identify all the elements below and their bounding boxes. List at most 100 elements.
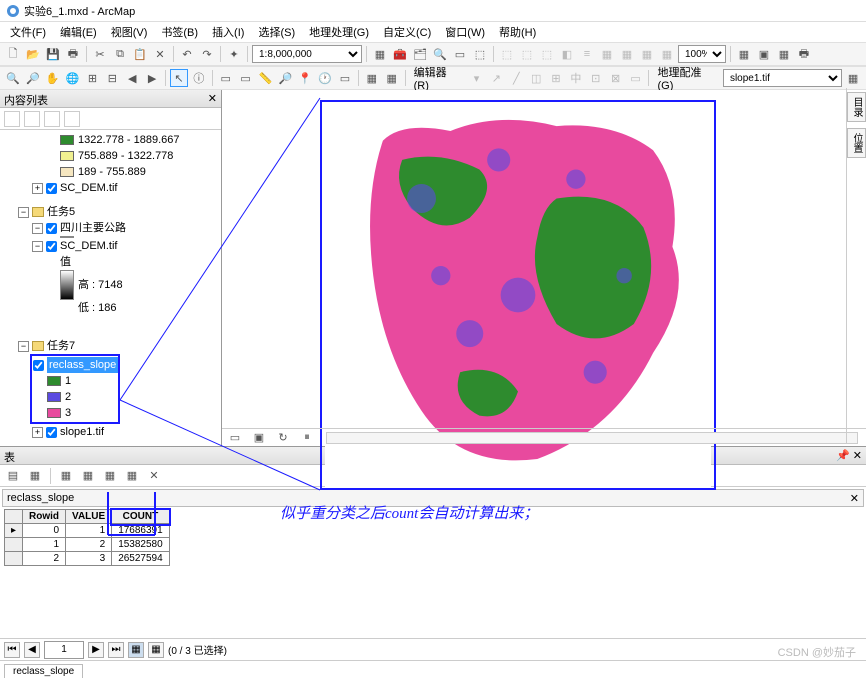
- prev-rec-icon[interactable]: ◀: [24, 642, 40, 658]
- new-icon[interactable]: 🗋: [4, 45, 22, 63]
- cut-icon[interactable]: ✂: [91, 45, 109, 63]
- related-icon[interactable]: ▦: [26, 467, 44, 485]
- tb-icon[interactable]: ⊠: [607, 69, 625, 87]
- find-icon[interactable]: 🔎: [276, 69, 294, 87]
- undo-icon[interactable]: ↶: [178, 45, 196, 63]
- pause-icon[interactable]: ⏸: [298, 429, 316, 447]
- menu-window[interactable]: 窗口(W): [439, 22, 491, 42]
- delete-icon[interactable]: ✕: [151, 45, 169, 63]
- back-icon[interactable]: ◀: [123, 69, 141, 87]
- col-value[interactable]: VALUE: [66, 510, 112, 524]
- tb-icon[interactable]: ▦: [383, 69, 401, 87]
- layer-checkbox[interactable]: [33, 360, 44, 371]
- record-pos-input[interactable]: [44, 641, 84, 659]
- fixed-zoom-icon[interactable]: ⊞: [84, 69, 102, 87]
- forward-icon[interactable]: ▶: [143, 69, 161, 87]
- tb-icon[interactable]: 🖶: [795, 45, 813, 63]
- georef-layer-combo[interactable]: slope1.tif: [723, 69, 842, 87]
- tb-icon[interactable]: ▦: [735, 45, 753, 63]
- table-row[interactable]: 2326527594: [5, 552, 170, 566]
- first-rec-icon[interactable]: ⏮: [4, 642, 20, 658]
- show-all-icon[interactable]: ▦: [128, 642, 144, 658]
- zoom-in-icon[interactable]: 🔍: [4, 69, 22, 87]
- georef-dropdown[interactable]: 地理配准(G): [653, 64, 720, 92]
- tb-icon[interactable]: ▦: [844, 69, 862, 87]
- html-icon[interactable]: ▭: [336, 69, 354, 87]
- print-icon[interactable]: 🖶: [64, 45, 82, 63]
- panel-close-icon[interactable]: ✕: [208, 92, 217, 105]
- clear-sel-icon[interactable]: ▭: [237, 69, 255, 87]
- tb-icon[interactable]: ▦: [598, 45, 616, 63]
- options-icon[interactable]: ▤: [4, 467, 22, 485]
- tb-icon[interactable]: ▦: [775, 45, 793, 63]
- open-icon[interactable]: 📂: [24, 45, 42, 63]
- catalog-icon[interactable]: 🗂: [411, 45, 429, 63]
- model-icon[interactable]: ⬚: [471, 45, 489, 63]
- menu-view[interactable]: 视图(V): [105, 22, 154, 42]
- copy-icon[interactable]: ⧉: [111, 45, 129, 63]
- tb-icon[interactable]: ▦: [658, 45, 676, 63]
- tb-icon[interactable]: ▾: [468, 69, 486, 87]
- tb-icon[interactable]: ▭: [627, 69, 645, 87]
- tb-icon[interactable]: ▦: [618, 45, 636, 63]
- toolbox-icon[interactable]: 🧰: [391, 45, 409, 63]
- attribute-table[interactable]: Rowid VALUE COUNT ▸0117686391 1215382580…: [4, 509, 170, 566]
- show-sel-icon[interactable]: ▦: [148, 642, 164, 658]
- tb-icon[interactable]: ◧: [558, 45, 576, 63]
- col-count[interactable]: COUNT: [112, 510, 170, 524]
- redo-icon[interactable]: ↷: [198, 45, 216, 63]
- pan-icon[interactable]: ✋: [44, 69, 62, 87]
- add-data-icon[interactable]: ✦: [225, 45, 243, 63]
- tb-icon[interactable]: ╱: [507, 69, 525, 87]
- python-icon[interactable]: ▭: [451, 45, 469, 63]
- tb-icon[interactable]: ▦: [638, 45, 656, 63]
- tb-icon[interactable]: ⊡: [587, 69, 605, 87]
- save-icon[interactable]: 💾: [44, 45, 62, 63]
- tb-icon[interactable]: 中: [567, 69, 585, 87]
- zoom-out-icon[interactable]: 🔎: [24, 69, 42, 87]
- identify-icon[interactable]: ⓘ: [190, 69, 208, 87]
- menu-file[interactable]: 文件(F): [4, 22, 52, 42]
- menu-bookmark[interactable]: 书签(B): [155, 22, 204, 42]
- table-tab[interactable]: reclass_slope: [4, 664, 83, 678]
- select-features-icon[interactable]: ▭: [217, 69, 235, 87]
- menu-select[interactable]: 选择(S): [252, 22, 301, 42]
- expand-icon[interactable]: +: [32, 183, 43, 194]
- zoom-sel-icon[interactable]: ▦: [123, 467, 141, 485]
- layer-checkbox[interactable]: [46, 241, 57, 252]
- editor-dropdown[interactable]: 编辑器(R): [410, 64, 466, 92]
- map-view[interactable]: ▭ ▣ ↻ ⏸: [222, 90, 866, 446]
- data-view-icon[interactable]: ▭: [226, 429, 244, 447]
- paste-icon[interactable]: 📋: [131, 45, 149, 63]
- delete-sel-icon[interactable]: ✕: [145, 467, 163, 485]
- select-icon[interactable]: ↖: [170, 69, 188, 87]
- list-by-source-icon[interactable]: [24, 111, 40, 127]
- scale-combo[interactable]: 1:8,000,000: [252, 45, 362, 63]
- menu-geoproc[interactable]: 地理处理(G): [303, 22, 375, 42]
- expand-icon[interactable]: −: [18, 341, 29, 352]
- list-by-vis-icon[interactable]: [44, 111, 60, 127]
- tb-icon[interactable]: ◫: [527, 69, 545, 87]
- map-scrollbar[interactable]: [326, 432, 858, 444]
- tb-icon[interactable]: ⬚: [518, 45, 536, 63]
- measure-icon[interactable]: 📏: [257, 69, 275, 87]
- menu-insert[interactable]: 插入(I): [206, 22, 250, 42]
- goto-icon[interactable]: 📍: [296, 69, 314, 87]
- layer-checkbox[interactable]: [46, 183, 57, 194]
- menu-edit[interactable]: 编辑(E): [54, 22, 103, 42]
- menu-help[interactable]: 帮助(H): [493, 22, 542, 42]
- menu-custom[interactable]: 自定义(C): [377, 22, 437, 42]
- tb-icon[interactable]: ▦: [363, 69, 381, 87]
- switch-sel-icon[interactable]: ▦: [79, 467, 97, 485]
- tb-icon[interactable]: ⬚: [538, 45, 556, 63]
- expand-icon[interactable]: −: [18, 207, 29, 218]
- layer-checkbox[interactable]: [46, 223, 57, 234]
- tb-icon[interactable]: ⬚: [498, 45, 516, 63]
- expand-icon[interactable]: −: [32, 241, 43, 252]
- col-rowid[interactable]: Rowid: [23, 510, 66, 524]
- tb-icon[interactable]: ▣: [755, 45, 773, 63]
- expand-icon[interactable]: +: [32, 427, 43, 438]
- time-icon[interactable]: 🕐: [316, 69, 334, 87]
- tb-icon[interactable]: ↗: [487, 69, 505, 87]
- tb-icon[interactable]: ≡: [578, 45, 596, 63]
